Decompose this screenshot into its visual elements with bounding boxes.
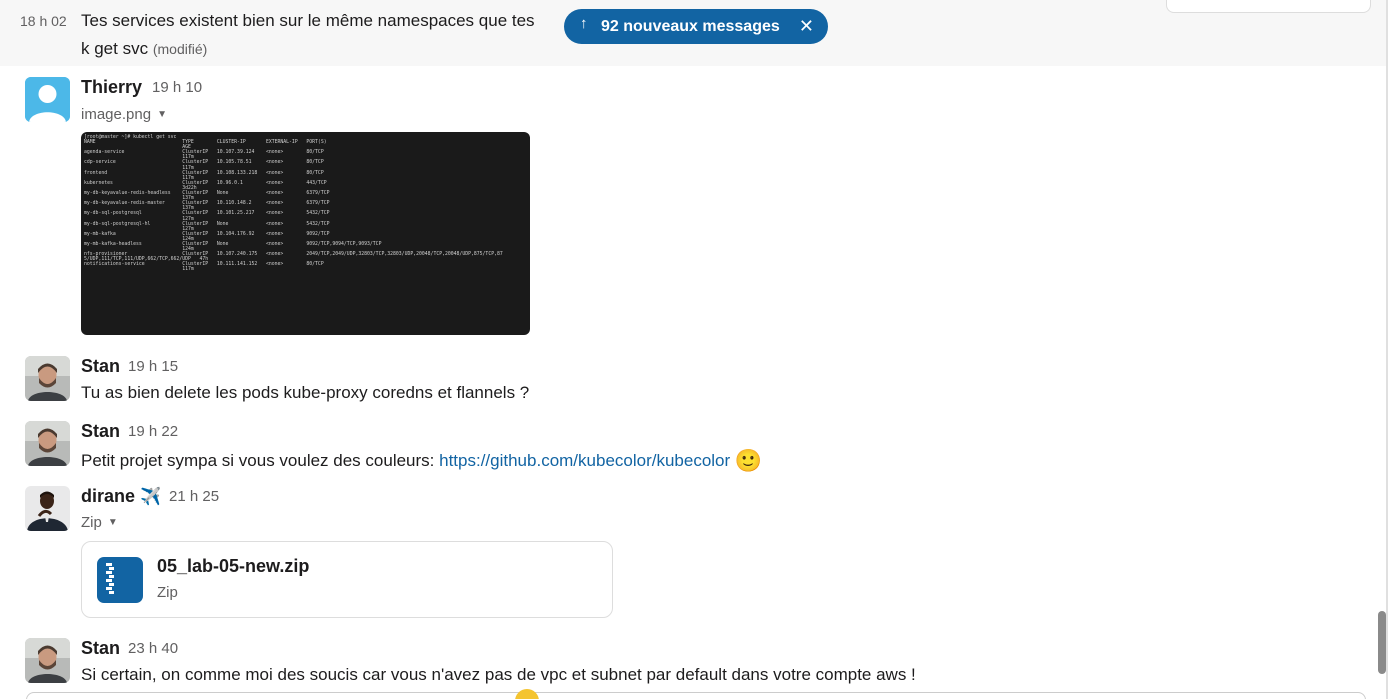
user-photo-icon [25, 356, 70, 401]
message-text-row: Petit projet sympa si vous voulez des co… [81, 448, 762, 474]
smile-emoji-icon[interactable]: 🙂 [735, 448, 762, 473]
message-text: Petit projet sympa si vous voulez des co… [81, 451, 440, 470]
user-photo-icon [25, 638, 70, 683]
message-timestamp[interactable]: 23 h 40 [128, 640, 178, 657]
author-name[interactable]: Stan [81, 356, 120, 377]
zip-file-icon [97, 557, 143, 603]
file-label-text: image.png [81, 106, 152, 123]
message-text-code: k get svc [81, 39, 149, 58]
image-attachment[interactable]: [root@master ~]# kubectl get svc NAME TY… [81, 132, 530, 335]
arrow-up-icon: ↑ [580, 15, 588, 32]
new-messages-banner[interactable]: ↑ 92 nouveaux messages ✕ [564, 9, 828, 44]
message-text: Tu as bien delete les pods kube-proxy co… [81, 383, 530, 402]
message-timestamp[interactable]: 19 h 22 [128, 423, 178, 440]
file-label-text: Zip [81, 514, 102, 531]
file-name[interactable]: 05_lab-05-new.zip [157, 556, 309, 577]
user-photo-icon [25, 421, 70, 466]
close-icon[interactable]: ✕ [799, 16, 814, 37]
avatar[interactable] [25, 77, 70, 122]
author-name[interactable]: Stan [81, 638, 120, 659]
avatar[interactable] [25, 486, 70, 531]
avatar[interactable] [25, 638, 70, 683]
file-type: Zip [157, 584, 178, 601]
author-name[interactable]: dirane ✈️ [81, 486, 161, 507]
message-timestamp[interactable]: 18 h 02 [20, 13, 67, 29]
file-label[interactable]: Zip ▼ [81, 514, 118, 531]
default-avatar-icon [25, 77, 70, 122]
message-text-line2: k get svc (modifié) [81, 39, 207, 59]
edited-label: (modifié) [152, 41, 208, 57]
avatar[interactable] [25, 356, 70, 401]
message-feed: 18 h 02 Tes services existent bien sur l… [0, 0, 1388, 699]
message-timestamp[interactable]: 21 h 25 [169, 488, 219, 505]
message-timestamp[interactable]: 19 h 10 [152, 79, 202, 96]
thread-header-box [1166, 0, 1371, 13]
author-name[interactable]: Thierry [81, 77, 142, 98]
message-text: Si certain, on comme moi des soucis car … [81, 665, 916, 684]
author-name[interactable]: Stan [81, 421, 120, 442]
caret-down-icon[interactable]: ▼ [108, 517, 118, 528]
author-name-text: dirane [81, 486, 136, 506]
message-timestamp[interactable]: 19 h 15 [128, 358, 178, 375]
scrollbar-thumb[interactable] [1378, 611, 1386, 674]
file-attachment-card[interactable]: 05_lab-05-new.zip Zip [81, 541, 613, 618]
user-photo-icon [25, 486, 70, 531]
message-composer[interactable] [26, 692, 1366, 699]
github-link[interactable]: https://github.com/kubecolor/kubecolor [439, 451, 730, 470]
caret-down-icon[interactable]: ▼ [157, 109, 167, 120]
airplane-emoji-icon: ✈️ [140, 487, 162, 506]
emoji-reaction-icon [515, 689, 539, 699]
file-label[interactable]: image.png ▼ [81, 106, 167, 123]
new-messages-label: 92 nouveaux messages [601, 18, 780, 35]
avatar[interactable] [25, 421, 70, 466]
message-text: Tes services existent bien sur le même n… [81, 11, 535, 30]
